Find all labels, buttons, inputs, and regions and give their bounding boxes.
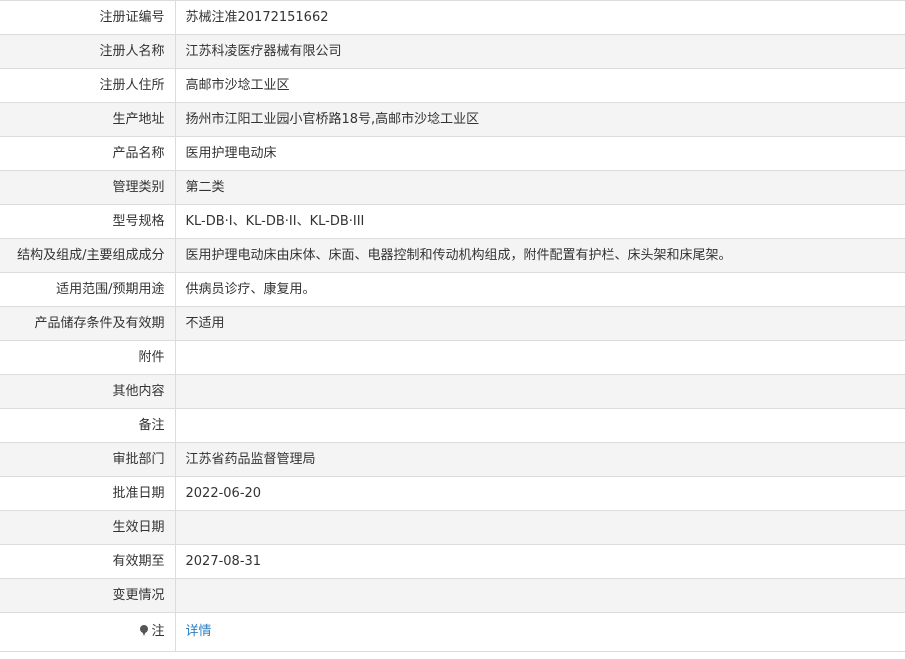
field-label-product-name: 产品名称	[0, 136, 176, 171]
table-row: 注册人住所 高邮市沙埝工业区	[0, 68, 905, 103]
field-label-model-spec: 型号规格	[0, 204, 176, 239]
field-value-product-name: 医用护理电动床	[175, 136, 905, 171]
table-row: 产品名称 医用护理电动床	[0, 136, 905, 171]
field-value-valid-until: 2027-08-31	[175, 544, 905, 579]
field-value-remarks	[175, 408, 905, 443]
field-label-attachments: 附件	[0, 340, 176, 375]
field-label-intended-use: 适用范围/预期用途	[0, 272, 176, 307]
field-value-structure-composition: 医用护理电动床由床体、床面、电器控制和传动机构组成，附件配置有护栏、床头架和床尾…	[175, 238, 905, 273]
field-label-storage-conditions: 产品储存条件及有效期	[0, 306, 176, 341]
field-value-intended-use: 供病员诊疗、康复用。	[175, 272, 905, 307]
field-label-production-address: 生产地址	[0, 102, 176, 137]
table-row: 结构及组成/主要组成成分 医用护理电动床由床体、床面、电器控制和传动机构组成，附…	[0, 238, 905, 273]
field-value-storage-conditions: 不适用	[175, 306, 905, 341]
table-row: 备注	[0, 408, 905, 443]
table-row: 管理类别 第二类	[0, 170, 905, 205]
table-row: 变更情况	[0, 578, 905, 613]
field-label-remarks: 备注	[0, 408, 176, 443]
table-row: 注 详情	[0, 612, 905, 652]
table-row: 型号规格 KL-DB·I、KL-DB·II、KL-DB·III	[0, 204, 905, 239]
field-value-approval-date: 2022-06-20	[175, 476, 905, 511]
field-value-attachments	[175, 340, 905, 375]
field-value-registrant-address: 高邮市沙埝工业区	[175, 68, 905, 103]
field-label-approval-date: 批准日期	[0, 476, 176, 511]
table-row: 其他内容	[0, 374, 905, 409]
table-row: 附件	[0, 340, 905, 375]
table-row: 注册人名称 江苏科凌医疗器械有限公司	[0, 34, 905, 69]
field-label-registrant-address: 注册人住所	[0, 68, 176, 103]
field-value-production-address: 扬州市江阳工业园小官桥路18号,高邮市沙埝工业区	[175, 102, 905, 137]
field-label-note: 注	[0, 612, 176, 652]
note-label: 注	[151, 624, 165, 639]
table-row: 生效日期	[0, 510, 905, 545]
field-label-valid-until: 有效期至	[0, 544, 176, 579]
table-row: 审批部门 江苏省药品监督管理局	[0, 442, 905, 477]
field-label-effective-date: 生效日期	[0, 510, 176, 545]
table-row: 有效期至 2027-08-31	[0, 544, 905, 579]
registration-detail-table: 注册证编号 苏械注准20172151662 注册人名称 江苏科凌医疗器械有限公司…	[0, 0, 905, 652]
field-label-other-content: 其他内容	[0, 374, 176, 409]
field-label-change-history: 变更情况	[0, 578, 176, 613]
field-value-model-spec: KL-DB·I、KL-DB·II、KL-DB·III	[175, 204, 905, 239]
table-row: 生产地址 扬州市江阳工业园小官桥路18号,高邮市沙埝工业区	[0, 102, 905, 137]
field-value-registration-number: 苏械注准20172151662	[175, 0, 905, 35]
field-value-registrant-name: 江苏科凌医疗器械有限公司	[175, 34, 905, 69]
table-row: 适用范围/预期用途 供病员诊疗、康复用。	[0, 272, 905, 307]
table-row: 产品储存条件及有效期 不适用	[0, 306, 905, 341]
pin-icon	[140, 625, 149, 636]
field-label-management-category: 管理类别	[0, 170, 176, 205]
field-label-registrant-name: 注册人名称	[0, 34, 176, 69]
field-value-change-history	[175, 578, 905, 613]
field-label-registration-number: 注册证编号	[0, 0, 176, 35]
details-link[interactable]: 详情	[186, 624, 212, 639]
field-label-structure-composition: 结构及组成/主要组成成分	[0, 238, 176, 273]
field-value-other-content	[175, 374, 905, 409]
field-value-effective-date	[175, 510, 905, 545]
field-label-approval-department: 审批部门	[0, 442, 176, 477]
field-value-approval-department: 江苏省药品监督管理局	[175, 442, 905, 477]
table-row: 批准日期 2022-06-20	[0, 476, 905, 511]
field-value-management-category: 第二类	[175, 170, 905, 205]
table-row: 注册证编号 苏械注准20172151662	[0, 0, 905, 35]
field-value-note: 详情	[175, 612, 905, 652]
